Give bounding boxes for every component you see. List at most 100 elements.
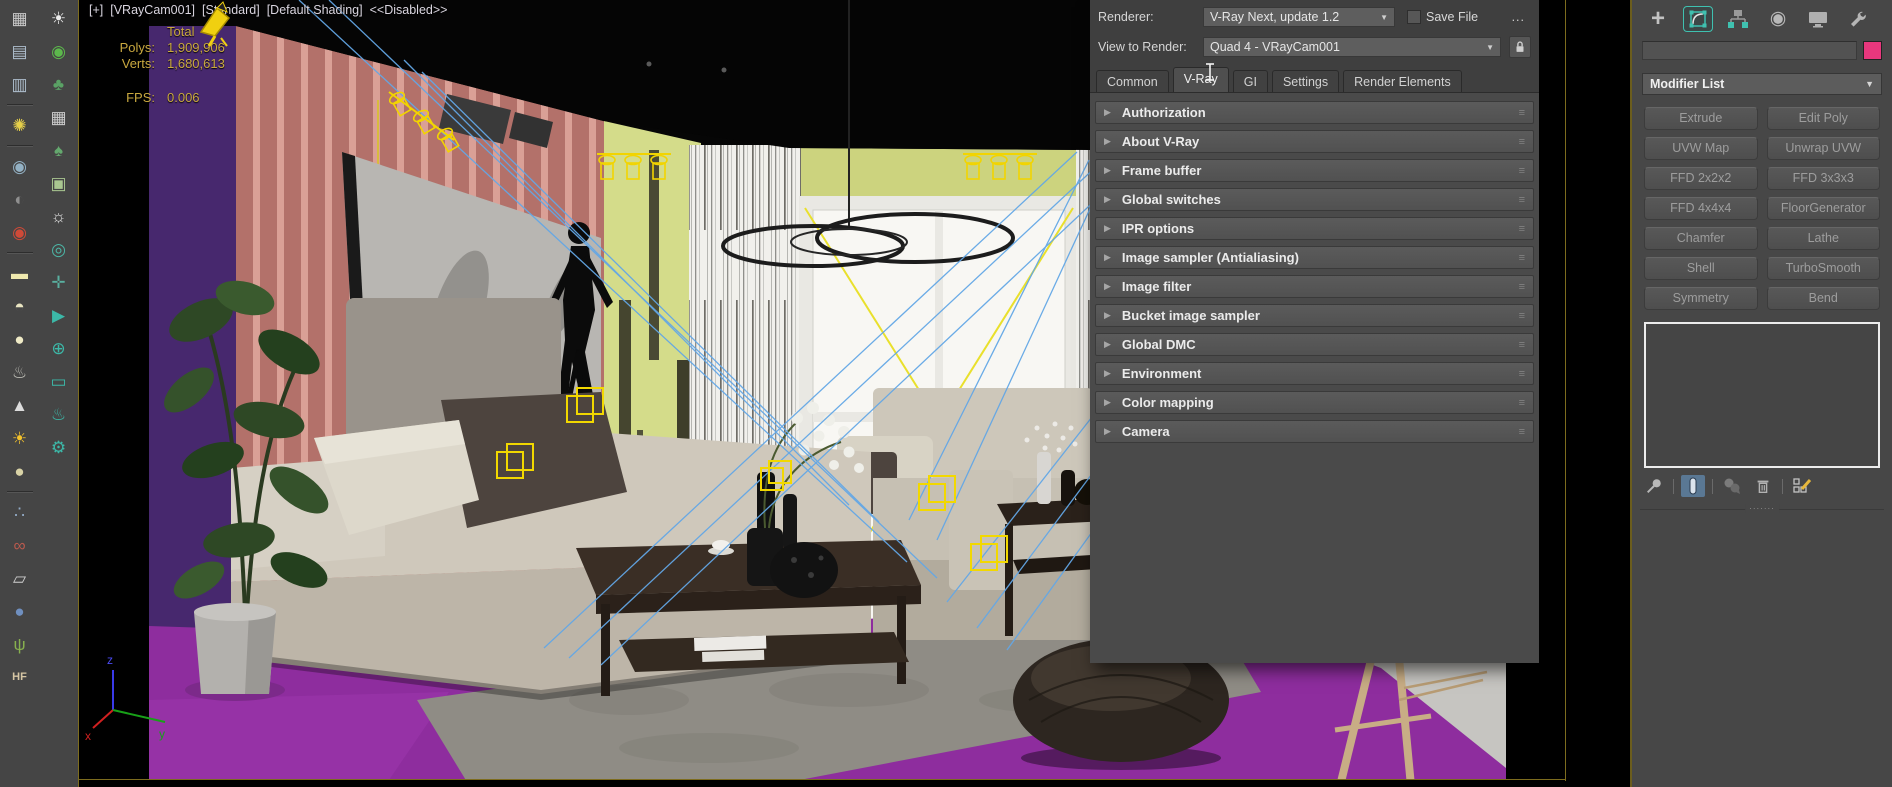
display-tab[interactable] <box>1804 7 1832 31</box>
rollout-expand-icon[interactable]: ▶ <box>1104 107 1111 118</box>
modifier-button-chamfer[interactable]: Chamfer <box>1644 227 1758 250</box>
lock-view-button[interactable] <box>1509 36 1531 58</box>
render-setup-icon[interactable]: ▤ <box>5 37 35 66</box>
dome-light-icon[interactable]: ◓ <box>5 292 35 321</box>
object-name-input[interactable] <box>1642 41 1857 60</box>
object-color-swatch[interactable] <box>1863 41 1882 60</box>
save-file-checkbox[interactable] <box>1407 10 1421 24</box>
add-camera-icon[interactable]: ⊕ <box>44 334 74 363</box>
plane-light-icon[interactable]: ▬ <box>5 259 35 288</box>
utilities-tab[interactable] <box>1844 7 1872 31</box>
modifier-list-dropdown[interactable]: Modifier List ▼ <box>1642 73 1882 95</box>
rollout-grip-icon[interactable]: ≡ <box>1519 107 1525 119</box>
tab-gi[interactable]: GI <box>1233 70 1268 93</box>
rollout-grip-icon[interactable]: ≡ <box>1519 426 1525 438</box>
rock-icon[interactable]: ● <box>5 597 35 626</box>
viewport-label-segment-vraycam001[interactable]: [VRayCam001] <box>110 3 195 17</box>
modifier-button-floorgenerator[interactable]: FloorGenerator <box>1767 197 1881 220</box>
rollout-global-dmc[interactable]: ▶Global DMC≡ <box>1095 333 1534 356</box>
tab-v-ray[interactable]: V-Ray <box>1173 67 1229 93</box>
rendered-frame-window-icon[interactable]: ▦ <box>5 4 35 33</box>
make-unique-button[interactable] <box>1720 475 1744 497</box>
modifier-button-symmetry[interactable]: Symmetry <box>1644 287 1758 310</box>
corona-renderer-icon[interactable]: ☼ <box>44 202 74 231</box>
scatter-icon[interactable]: ∴ <box>5 498 35 527</box>
rollout-expand-icon[interactable]: ▶ <box>1104 223 1111 234</box>
teapot-teal-icon[interactable]: ♨ <box>44 400 74 429</box>
transform-gizmo-icon[interactable]: ✛ <box>44 268 74 297</box>
modifier-button-edit-poly[interactable]: Edit Poly <box>1767 107 1881 130</box>
trees-icon[interactable]: ♣ <box>44 70 74 99</box>
teapot-icon[interactable]: ♨ <box>5 358 35 387</box>
sun-icon[interactable]: ☀ <box>5 424 35 453</box>
sun-positioner-icon[interactable]: ☀ <box>44 4 74 33</box>
rollout-bucket-image-sampler[interactable]: ▶Bucket image sampler≡ <box>1095 304 1534 327</box>
modifier-button-extrude[interactable]: Extrude <box>1644 107 1758 130</box>
vray-camera-icon[interactable]: ◉ <box>5 218 35 247</box>
rollout-expand-icon[interactable]: ▶ <box>1104 397 1111 408</box>
rollout-grip-icon[interactable]: ≡ <box>1519 194 1525 206</box>
light-lister-icon[interactable]: ✺ <box>5 111 35 140</box>
rollout-grip-icon[interactable]: ≡ <box>1519 223 1525 235</box>
molecule-icon[interactable]: ∞ <box>5 531 35 560</box>
tree-frame-icon[interactable]: ▣ <box>44 169 74 198</box>
rollout-expand-icon[interactable]: ▶ <box>1104 426 1111 437</box>
rollout-expand-icon[interactable]: ▶ <box>1104 339 1111 350</box>
hierarchy-tab[interactable] <box>1724 7 1752 31</box>
renderer-dropdown[interactable]: V-Ray Next, update 1.2 ▼ <box>1203 7 1395 27</box>
modify-tab[interactable] <box>1684 7 1712 31</box>
modifier-button-ffd-2x2x2[interactable]: FFD 2x2x2 <box>1644 167 1758 190</box>
modifier-button-unwrap-uvw[interactable]: Unwrap UVW <box>1767 137 1881 160</box>
rollout-expand-icon[interactable]: ▶ <box>1104 194 1111 205</box>
show-end-result-button[interactable] <box>1681 475 1705 497</box>
sphere-light-icon[interactable]: ● <box>5 325 35 354</box>
remove-modifier-button[interactable] <box>1751 475 1775 497</box>
render-presets-icon[interactable]: ▥ <box>5 70 35 99</box>
rollout-grip-icon[interactable]: ≡ <box>1519 310 1525 322</box>
rollout-image-sampler-antialiasing[interactable]: ▶Image sampler (Antialiasing)≡ <box>1095 246 1534 269</box>
create-tab[interactable]: + <box>1644 7 1672 31</box>
tab-common[interactable]: Common <box>1096 70 1169 93</box>
rollout-expand-icon[interactable]: ▶ <box>1104 368 1111 379</box>
panel-rollup-separator[interactable]: ······· <box>1640 509 1884 518</box>
rollout-expand-icon[interactable]: ▶ <box>1104 136 1111 147</box>
rollout-grip-icon[interactable]: ≡ <box>1519 165 1525 177</box>
motion-tab[interactable]: ◉ <box>1764 7 1792 31</box>
tab-render-elements[interactable]: Render Elements <box>1343 70 1462 93</box>
rollout-grip-icon[interactable]: ≡ <box>1519 339 1525 351</box>
film-camera-icon[interactable]: ◉ <box>5 152 35 181</box>
rollout-grip-icon[interactable]: ≡ <box>1519 397 1525 409</box>
modifier-button-shell[interactable]: Shell <box>1644 257 1758 280</box>
rollout-expand-icon[interactable]: ▶ <box>1104 252 1111 263</box>
rollout-frame-buffer[interactable]: ▶Frame buffer≡ <box>1095 159 1534 182</box>
viewport-label-segment-[interactable]: [+] <box>89 3 103 17</box>
bulb-gear-icon[interactable]: ⚙ <box>44 433 74 462</box>
video-player-icon[interactable]: ▶ <box>44 301 74 330</box>
rollup-handle[interactable]: ······· <box>1745 504 1779 513</box>
viewport-label-segment-default-shading[interactable]: [Default Shading] <box>267 3 363 17</box>
rollout-expand-icon[interactable]: ▶ <box>1104 310 1111 321</box>
modifier-button-uvw-map[interactable]: UVW Map <box>1644 137 1758 160</box>
modifier-button-bend[interactable]: Bend <box>1767 287 1881 310</box>
rollout-grip-icon[interactable]: ≡ <box>1519 136 1525 148</box>
geosphere-icon[interactable]: ● <box>5 457 35 486</box>
modifier-button-lathe[interactable]: Lathe <box>1767 227 1881 250</box>
view-to-render-dropdown[interactable]: Quad 4 - VRayCam001 ▼ <box>1203 37 1501 57</box>
forest-pack-icon[interactable]: ♠ <box>44 136 74 165</box>
cone-light-icon[interactable]: ▲ <box>5 391 35 420</box>
rollout-global-switches[interactable]: ▶Global switches≡ <box>1095 188 1534 211</box>
rollout-about-v-ray[interactable]: ▶About V-Ray≡ <box>1095 130 1534 153</box>
rollout-grip-icon[interactable]: ≡ <box>1519 252 1525 264</box>
rollout-authorization[interactable]: ▶Authorization≡ <box>1095 101 1534 124</box>
modifier-button-turbosmooth[interactable]: TurboSmooth <box>1767 257 1881 280</box>
layered-spheres-icon[interactable]: ◎ <box>44 235 74 264</box>
wire-box-icon[interactable]: ▱ <box>5 564 35 593</box>
matte-sphere-icon[interactable]: ◐ <box>5 185 35 214</box>
modifier-button-ffd-4x4x4[interactable]: FFD 4x4x4 <box>1644 197 1758 220</box>
monitor-teal-icon[interactable]: ▭ <box>44 367 74 396</box>
hairfarm-icon[interactable]: HF <box>5 663 35 692</box>
rollout-ipr-options[interactable]: ▶IPR options≡ <box>1095 217 1534 240</box>
modifier-stack-list[interactable] <box>1644 322 1880 468</box>
viewport-label-segment-disabled[interactable]: <<Disabled>> <box>370 3 448 17</box>
rollout-grip-icon[interactable]: ≡ <box>1519 281 1525 293</box>
